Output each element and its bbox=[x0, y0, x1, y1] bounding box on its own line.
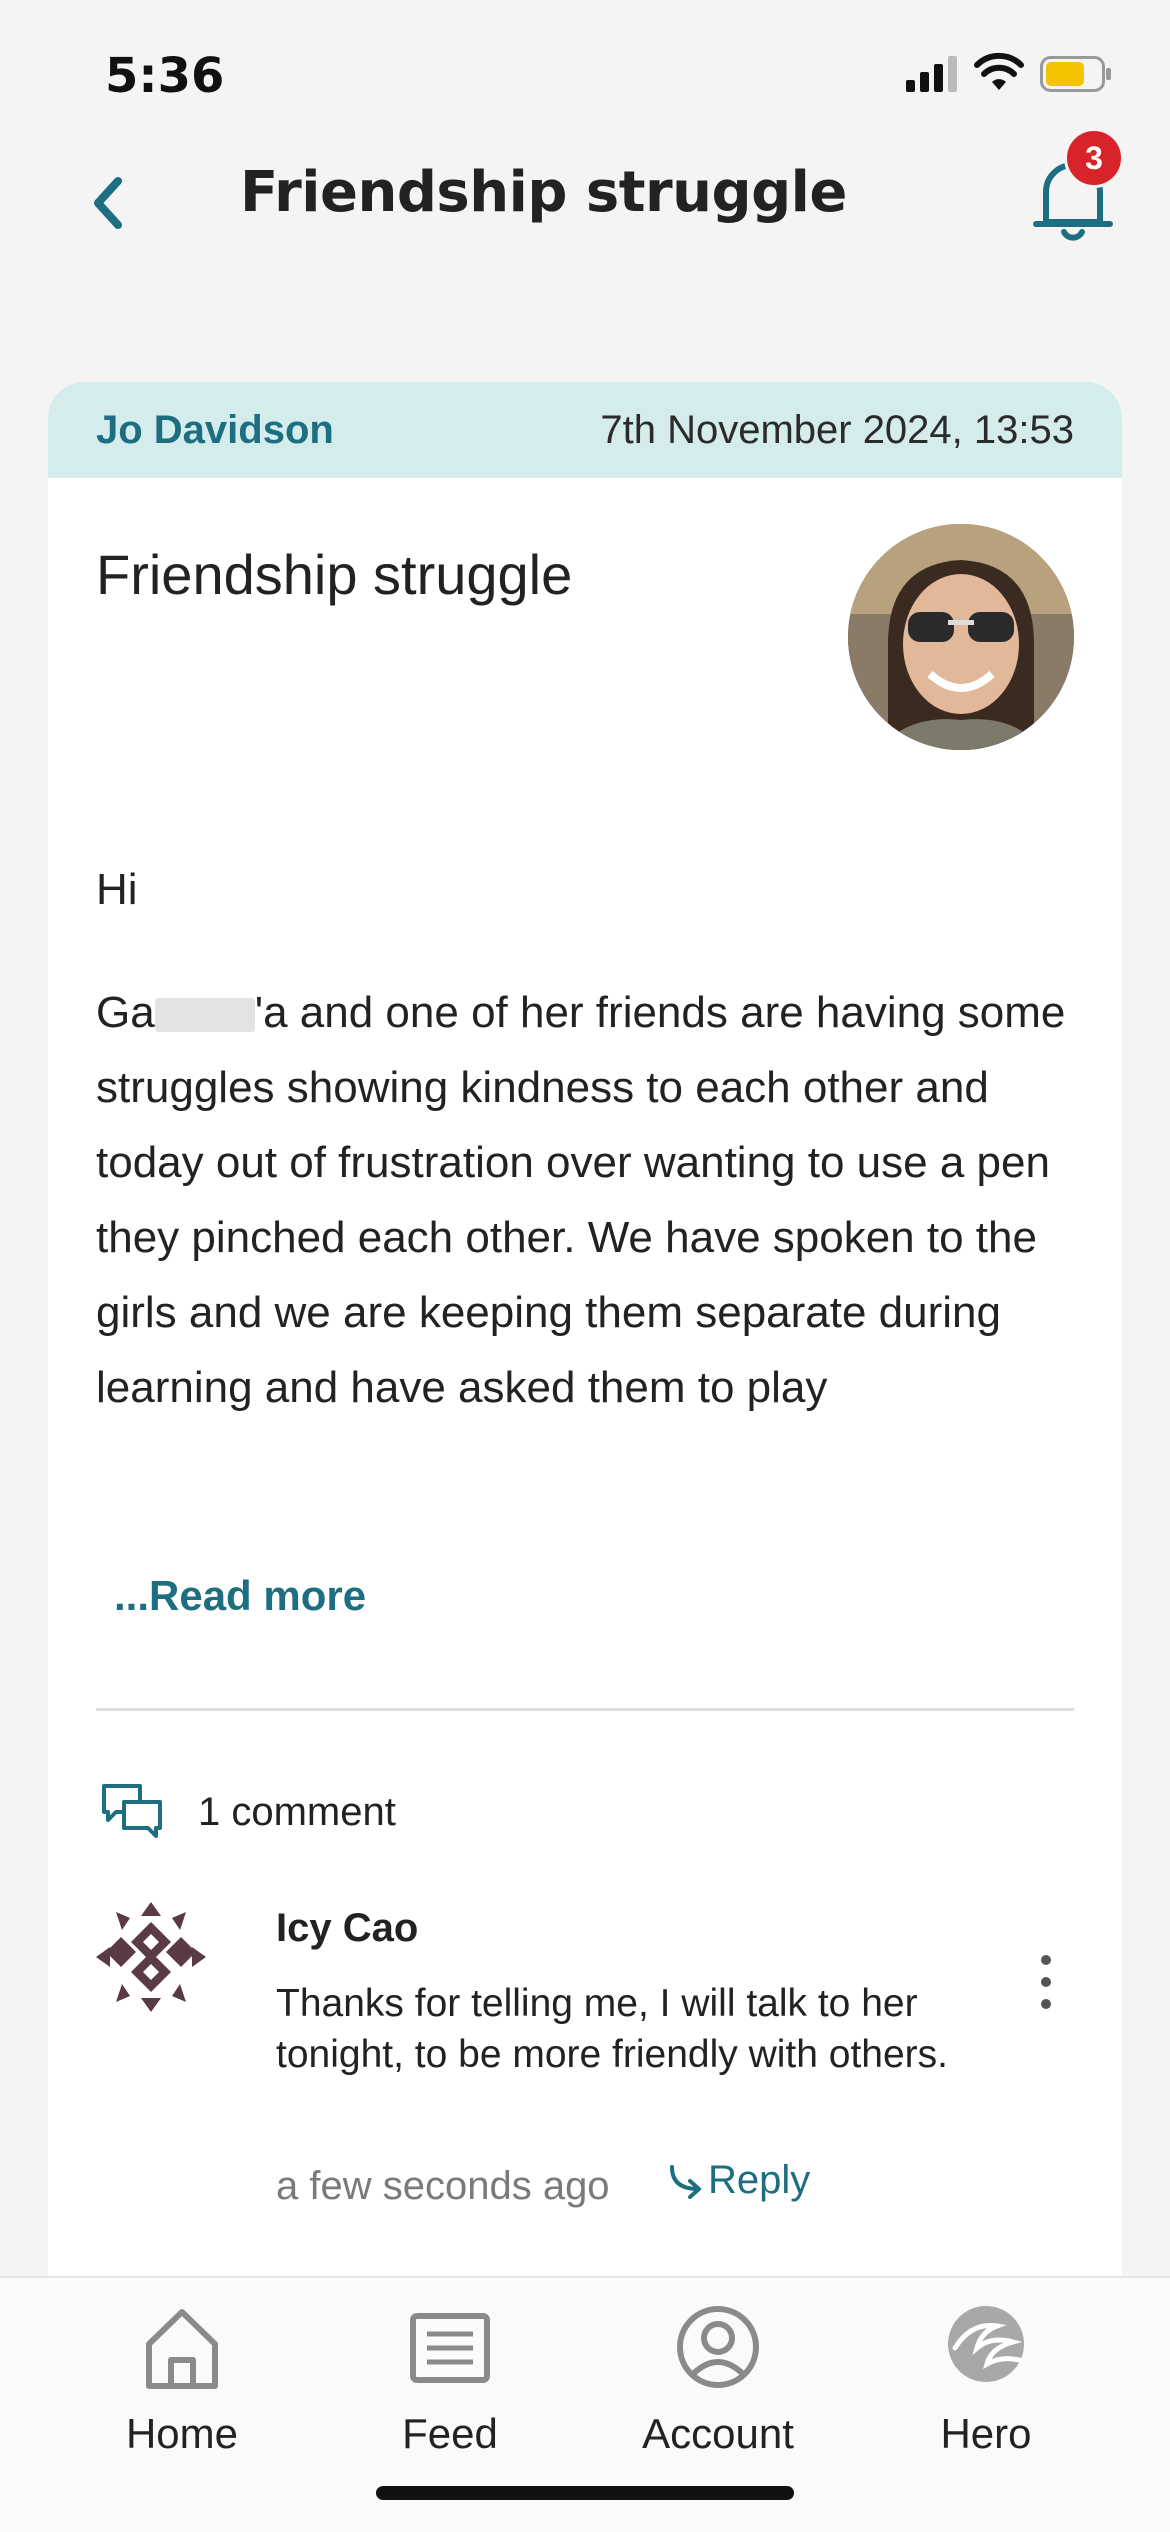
status-time: 5:36 bbox=[105, 48, 225, 104]
hero-icon bbox=[948, 2306, 1024, 2382]
post-title: Friendship struggle bbox=[96, 543, 573, 606]
post-paragraph: Ga'a and one of her friends are having s… bbox=[96, 975, 1076, 1425]
comment-timestamp: a few seconds ago bbox=[276, 2164, 610, 2208]
reply-label: Reply bbox=[708, 2158, 811, 2202]
nav-feed[interactable]: Feed bbox=[340, 2298, 560, 2488]
post-card-header: Jo Davidson 7th November 2024, 13:53 bbox=[48, 382, 1122, 478]
nav-hero[interactable]: Hero bbox=[876, 2298, 1096, 2488]
notification-badge: 3 bbox=[1064, 128, 1124, 188]
comment-text: Thanks for telling me, I will talk to he… bbox=[276, 1982, 949, 2076]
feed-icon bbox=[410, 2313, 490, 2383]
cellular-signal-icon bbox=[906, 56, 957, 92]
comments-summary[interactable]: 1 comment bbox=[100, 1772, 396, 1852]
commenter-avatar bbox=[96, 1902, 206, 2012]
commenter-name: Icy Cao bbox=[276, 1906, 419, 1950]
comment-item: Icy Cao Thanks for telling me, I will ta… bbox=[96, 1902, 1074, 2242]
post-text-rest: 'a and one of her friends are having som… bbox=[96, 988, 1066, 1412]
redacted-name bbox=[154, 998, 255, 1033]
page-title: Friendship struggle bbox=[240, 160, 847, 225]
author-photo bbox=[848, 524, 1074, 750]
back-button[interactable] bbox=[78, 158, 138, 248]
post-greeting: Hi bbox=[96, 865, 138, 914]
post-body: Hi Ga'a and one of her friends are havin… bbox=[96, 852, 1076, 1473]
nav-home-label: Home bbox=[125, 2410, 239, 2457]
account-icon bbox=[677, 2306, 759, 2388]
reply-arrow-icon bbox=[670, 2164, 701, 2199]
more-options-icon[interactable] bbox=[1026, 1942, 1066, 2022]
read-more-link[interactable]: ...Read more bbox=[114, 1572, 366, 1620]
nav-account[interactable]: Account bbox=[608, 2298, 828, 2488]
post-date: 7th November 2024, 13:53 bbox=[600, 407, 1074, 452]
nav-account-label: Account bbox=[642, 2410, 794, 2457]
reply-button[interactable]: Reply bbox=[668, 2158, 810, 2203]
author-avatar bbox=[848, 524, 1074, 750]
nav-hero-label: Hero bbox=[940, 2410, 1032, 2457]
chevron-left-icon bbox=[94, 177, 122, 229]
post-author[interactable]: Jo Davidson bbox=[96, 408, 334, 453]
app-header: Friendship struggle bbox=[0, 140, 1170, 260]
wifi-icon bbox=[974, 52, 1024, 90]
post-card: Jo Davidson 7th November 2024, 13:53 Fri… bbox=[48, 382, 1122, 2282]
status-bar: 5:36 bbox=[0, 0, 1170, 140]
battery-icon bbox=[1040, 56, 1111, 92]
comments-icon bbox=[102, 1784, 162, 1838]
comment-count: 1 comment bbox=[198, 1789, 396, 1834]
home-indicator bbox=[376, 2486, 794, 2500]
post-text-start: Ga bbox=[96, 988, 155, 1037]
divider bbox=[96, 1708, 1074, 1711]
home-icon bbox=[146, 2309, 218, 2389]
nav-feed-label: Feed bbox=[402, 2410, 498, 2457]
nav-home[interactable]: Home bbox=[72, 2298, 292, 2488]
